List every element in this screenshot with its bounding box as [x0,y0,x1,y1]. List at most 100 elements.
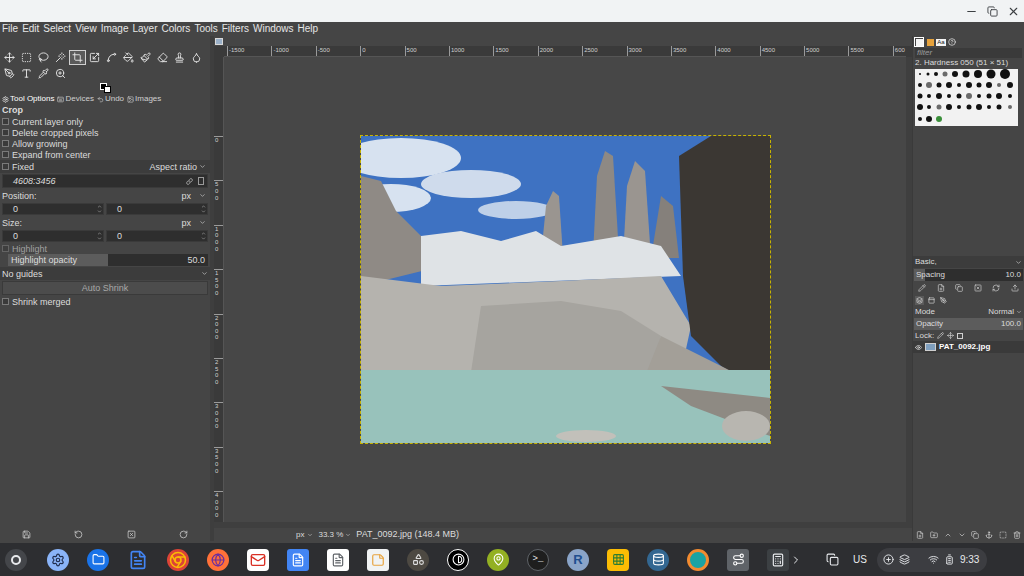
tool-button[interactable] [1,50,18,65]
inkscape-app-icon[interactable] [447,549,469,571]
open-icon[interactable] [1011,284,1019,292]
delete-icon[interactable] [127,530,136,539]
spin-down-icon[interactable] [97,209,102,214]
tool-button[interactable] [86,50,103,65]
tool-button[interactable] [1,66,18,81]
restore-icon[interactable] [987,6,998,17]
new-group-icon[interactable] [930,531,938,539]
shelf-app[interactable] [238,549,278,571]
shelf-app[interactable] [318,549,358,571]
notes-app-icon[interactable] [367,549,389,571]
shelf-app[interactable]: R [558,549,598,571]
menu-item[interactable]: Tools [194,23,217,35]
brush-grid[interactable] [915,69,1018,126]
restore-icon[interactable] [74,530,83,539]
shelf-app[interactable] [598,549,638,571]
ratio-field[interactable]: 4608:3456 [2,174,208,188]
menu-item[interactable]: Help [298,23,319,35]
delete-icon[interactable] [974,284,982,292]
number-field[interactable]: 0 [106,230,208,242]
dock-tab[interactable]: Undo [97,94,124,104]
unit-dropdown[interactable]: px [294,529,315,541]
tool-button[interactable] [35,50,52,65]
terminal-app-icon[interactable]: >_ [527,549,549,571]
menu-item[interactable]: File [2,23,18,35]
shelf-app[interactable] [758,549,798,571]
fixed-row[interactable]: FixedAspect ratio [0,160,210,173]
canvas[interactable] [224,57,906,522]
layer-row[interactable]: PAT_0092.jpg [913,341,1024,353]
viewer-app-icon[interactable] [727,549,749,571]
spin-up-icon[interactable] [97,204,102,209]
lock-position-icon[interactable] [947,332,954,339]
spin-up-icon[interactable] [201,231,206,236]
option-checkbox[interactable]: Shrink merged [0,296,210,307]
menu-item[interactable]: Colors [161,23,190,35]
dock-tab[interactable] [926,38,934,46]
lower-icon[interactable] [958,531,966,539]
shelf-app[interactable] [38,549,78,571]
checkbox[interactable] [2,245,9,252]
shelf-app[interactable] [278,549,318,571]
dock-tab[interactable] [927,296,936,305]
launcher-button[interactable] [5,549,27,571]
opacity-slider[interactable]: Opacity100.0 [914,318,1023,330]
tool-button[interactable] [35,66,52,81]
checkbox[interactable] [2,163,9,170]
tag-dropdown[interactable]: Basic, [913,256,1024,268]
spacing-slider[interactable]: Spacing10.0 [914,269,1023,281]
lock-pixels-icon[interactable] [937,332,944,339]
unit-dropdown[interactable]: px [181,191,208,201]
number-field[interactable]: 0 [2,203,104,215]
raise-icon[interactable] [944,531,952,539]
background-swatch[interactable] [104,86,111,93]
checkbox[interactable] [2,129,9,136]
dock-tab[interactable] [939,296,948,305]
zoom-dropdown[interactable]: 33.3 % [315,529,354,541]
brush-filter[interactable]: filter [915,48,1022,58]
new-icon[interactable] [937,284,945,292]
calculator-app-icon[interactable] [767,549,789,571]
gimp-app-icon[interactable] [407,549,429,571]
number-field[interactable]: 0 [2,230,104,242]
tool-button[interactable] [52,66,69,81]
number-field[interactable]: 0 [106,203,208,215]
settings-app-icon[interactable] [47,549,69,571]
option-checkbox[interactable]: Highlight [0,243,210,254]
shelf-app[interactable] [718,549,758,571]
circle-app-icon[interactable] [687,549,709,571]
shelf-app[interactable] [638,549,678,571]
ime-indicator[interactable]: US [853,552,867,567]
qgis-app-icon[interactable] [487,549,509,571]
spin-up-icon[interactable] [97,231,102,236]
shelf-app[interactable] [78,549,118,571]
shelf-app[interactable] [158,549,198,571]
tool-button[interactable] [103,50,120,65]
shelf-app[interactable] [198,549,238,571]
fixed-dropdown[interactable]: Aspect ratio [149,162,208,172]
shelf-app[interactable] [358,549,398,571]
gdocs-app-icon[interactable] [287,549,309,571]
dock-tab[interactable] [948,38,956,46]
mode-dropdown[interactable]: Normal [959,307,1022,317]
dock-tab[interactable]: Devices [57,94,93,104]
tool-button[interactable] [18,66,35,81]
option-checkbox[interactable]: Current layer only [0,116,210,127]
shelf-app[interactable]: >_ [518,549,558,571]
refresh-icon[interactable] [992,284,1000,292]
menu-item[interactable]: Windows [253,23,294,35]
spin-up-icon[interactable] [201,204,206,209]
tool-button[interactable] [154,50,171,65]
option-checkbox[interactable]: Delete cropped pixels [0,127,210,138]
r-app-icon[interactable]: R [567,549,589,571]
dock-tab[interactable] [915,38,923,46]
dock-tab[interactable]: Images [127,94,161,104]
dock-tab[interactable] [915,296,924,305]
dock-tab[interactable]: Tool Options [2,94,54,104]
status-tray[interactable]: 9:33 [877,548,987,572]
save-icon[interactable] [22,530,31,539]
new-layer-icon[interactable] [916,531,924,539]
menu-item[interactable]: Image [101,23,129,35]
docs-app-icon[interactable] [127,549,149,571]
lock-alpha-icon[interactable] [957,333,963,339]
